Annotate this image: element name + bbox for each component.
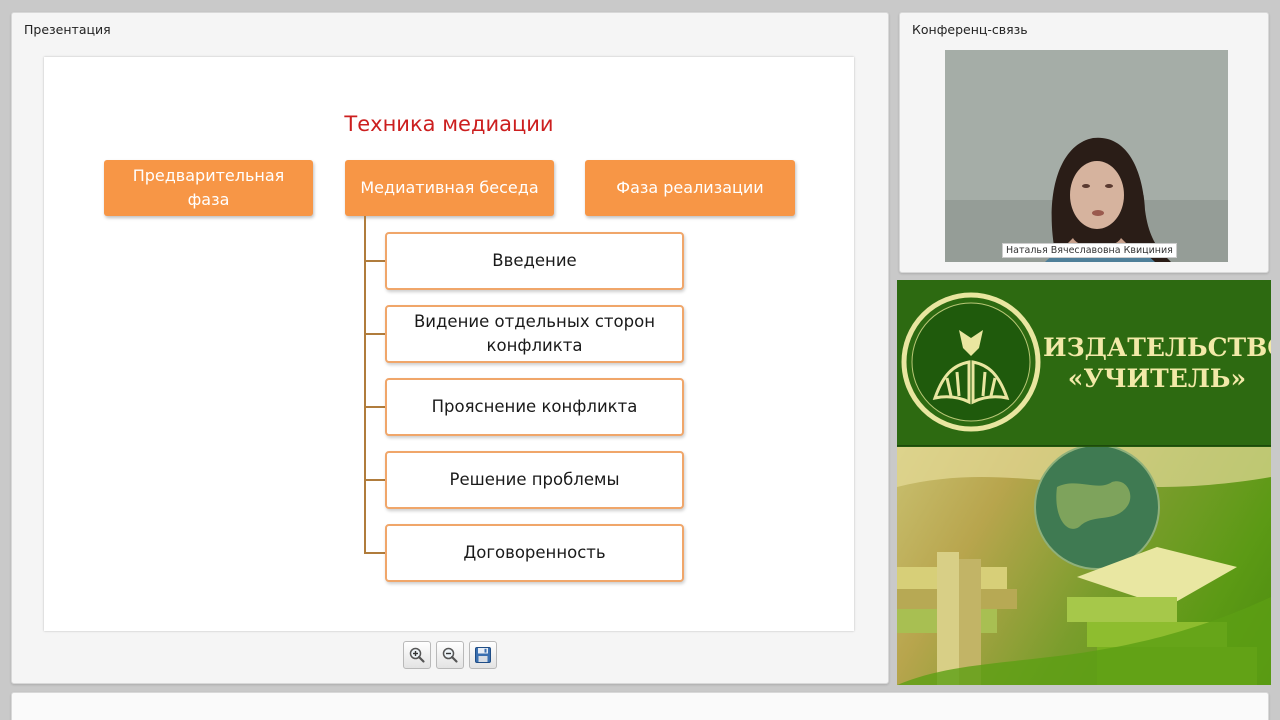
publisher-banner: ИЗДАТЕЛЬСТВО «УЧИТЕЛЬ» — [897, 280, 1271, 685]
publisher-logo-icon — [901, 292, 1041, 432]
step-box-sides-view: Видение отдельных сторон конфликта — [385, 305, 684, 363]
tree-branch-line — [364, 260, 386, 262]
banner-header: ИЗДАТЕЛЬСТВО «УЧИТЕЛЬ» — [897, 280, 1271, 446]
floppy-disk-icon — [475, 647, 491, 663]
tree-connector-line — [364, 216, 366, 554]
publisher-name-line1: ИЗДАТЕЛЬСТВО — [1043, 333, 1271, 362]
phase-box-mediation-talk: Медиативная беседа — [345, 160, 554, 216]
tree-branch-line — [364, 333, 386, 335]
speaker-name-label: Наталья Вячеславовна Квициния — [1002, 243, 1177, 258]
bottom-panel — [11, 692, 1269, 720]
presentation-slide: Техника медиации Предварительная фаза Ме… — [44, 57, 854, 631]
presentation-panel: Презентация Техника медиации Предварител… — [11, 12, 889, 684]
books-and-globe-illustration — [897, 447, 1271, 685]
save-button[interactable] — [469, 641, 497, 669]
tree-branch-line — [364, 406, 386, 408]
slide-title: Техника медиации — [344, 112, 554, 136]
step-box-introduction: Введение — [385, 232, 684, 290]
phase-box-preliminary: Предварительная фаза — [104, 160, 313, 216]
publisher-name-line2: «УЧИТЕЛЬ» — [1067, 364, 1247, 394]
publisher-name: ИЗДАТЕЛЬСТВО «УЧИТЕЛЬ» — [1043, 332, 1271, 395]
zoom-in-button[interactable] — [403, 641, 431, 669]
phase-box-implementation: Фаза реализации — [585, 160, 795, 216]
zoom-in-icon — [409, 647, 425, 663]
tree-branch-line — [364, 479, 386, 481]
conference-panel: Конференц-связь Наталья Вячеславовна Кви… — [899, 12, 1269, 273]
step-box-clarification: Прояснение конфликта — [385, 378, 684, 436]
step-box-agreement: Договоренность — [385, 524, 684, 582]
speaker-video: Наталья Вячеславовна Квициния — [945, 50, 1228, 262]
conference-panel-title: Конференц-связь — [912, 22, 1028, 37]
step-box-problem-solving: Решение проблемы — [385, 451, 684, 509]
zoom-out-icon — [442, 647, 458, 663]
speaker-figure — [945, 50, 1228, 262]
zoom-out-button[interactable] — [436, 641, 464, 669]
presentation-panel-title: Презентация — [24, 22, 111, 37]
banner-books-image — [897, 447, 1271, 685]
tree-branch-line — [364, 552, 386, 554]
